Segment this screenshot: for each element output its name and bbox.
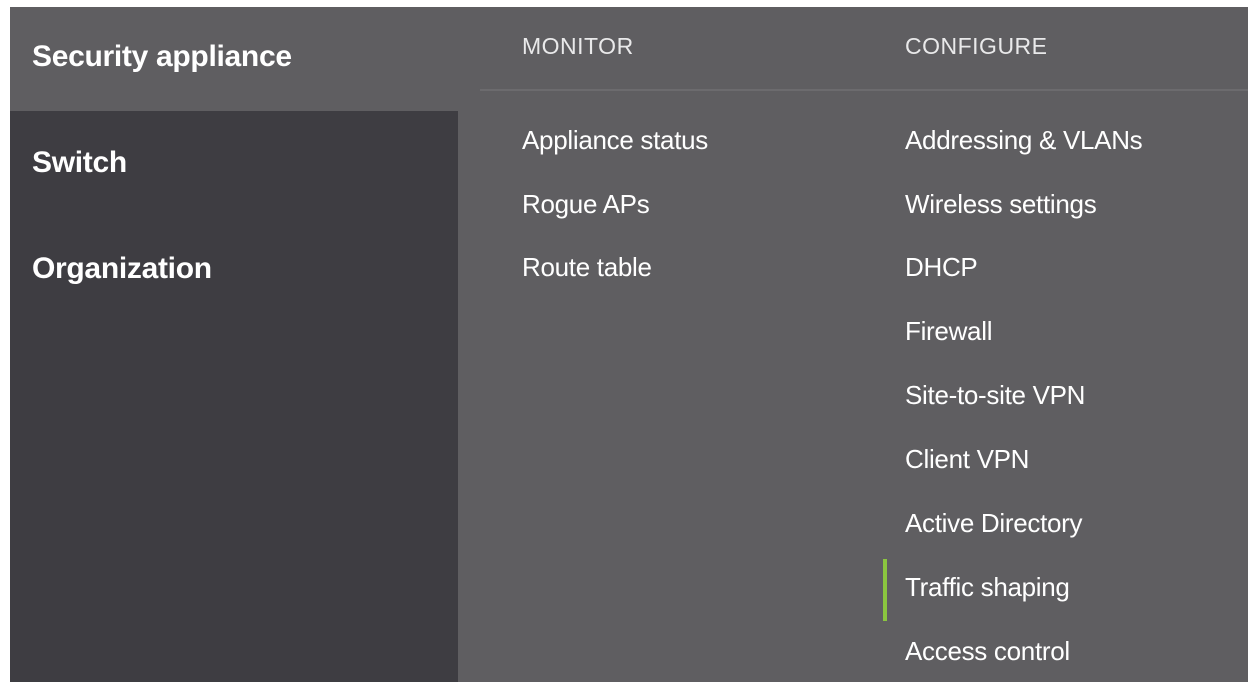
menu-link-active-directory[interactable]: Active Directory [905, 508, 1083, 539]
menu-link-firewall[interactable]: Firewall [905, 316, 992, 347]
menu-panel: Security appliance Switch Organization M… [10, 7, 1248, 682]
menu-link-access-control[interactable]: Access control [905, 636, 1070, 667]
sidebar-item-switch[interactable]: Switch [10, 111, 458, 219]
menu-link-dhcp[interactable]: DHCP [905, 252, 978, 283]
heading-divider [480, 89, 1248, 91]
menu-link-client-vpn[interactable]: Client VPN [905, 444, 1029, 475]
sidebar-item-organization[interactable]: Organization [10, 219, 458, 319]
active-indicator [883, 559, 887, 621]
menu-link-appliance-status[interactable]: Appliance status [522, 125, 708, 156]
sidebar-item-security-appliance[interactable]: Security appliance [10, 7, 458, 111]
monitor-heading: MONITOR [522, 33, 634, 59]
menu-link-route-table[interactable]: Route table [522, 252, 652, 283]
menu-link-rogue-aps[interactable]: Rogue APs [522, 189, 650, 220]
menu-link-site-to-site-vpn[interactable]: Site-to-site VPN [905, 380, 1085, 411]
menu-link-traffic-shaping[interactable]: Traffic shaping [905, 572, 1070, 603]
menu-link-wireless-settings[interactable]: Wireless settings [905, 189, 1097, 220]
sidebar: Security appliance Switch Organization [10, 7, 458, 682]
menu-link-addressing-vlans[interactable]: Addressing & VLANs [905, 125, 1143, 156]
configure-heading: CONFIGURE [905, 33, 1048, 59]
